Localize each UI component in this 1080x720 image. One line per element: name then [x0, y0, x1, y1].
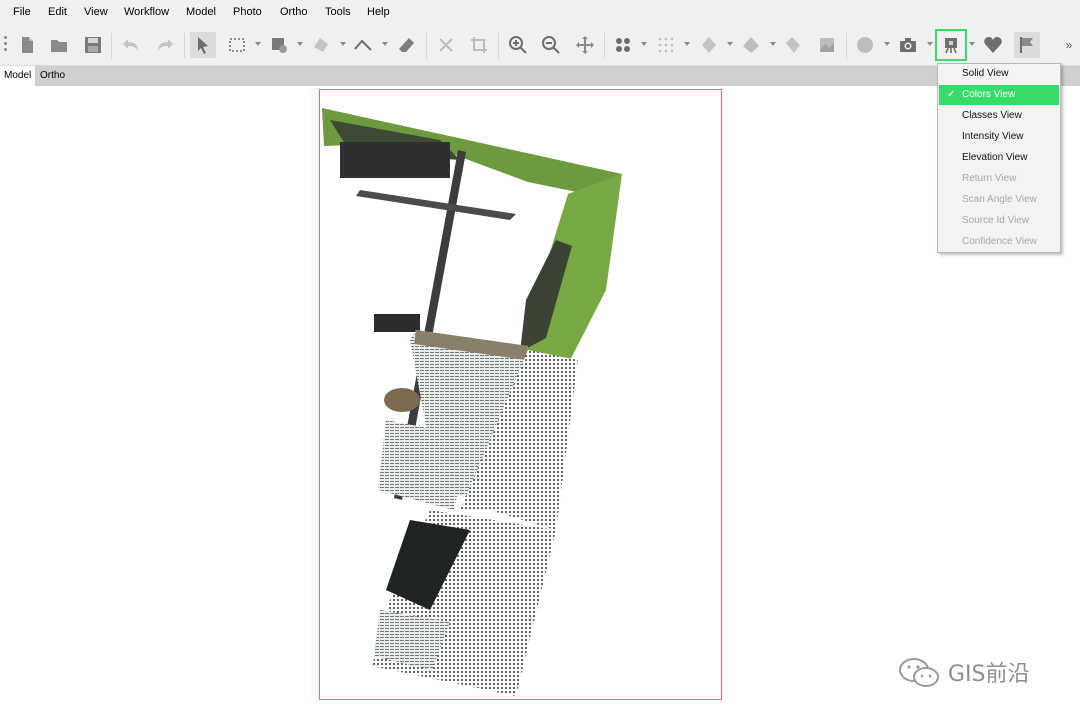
delete-x-icon[interactable] — [433, 32, 459, 58]
zoom-in-icon[interactable] — [505, 32, 531, 58]
mesh-icon[interactable] — [738, 32, 764, 58]
menu-workflow[interactable]: Workflow — [124, 6, 169, 18]
camera-icon[interactable] — [895, 32, 921, 58]
save-icon[interactable] — [80, 32, 106, 58]
overflow-chevron-icon[interactable]: » — [1060, 32, 1078, 58]
globe-icon[interactable] — [852, 32, 878, 58]
model-viewport[interactable] — [0, 86, 1080, 720]
zoom-out-icon[interactable] — [538, 32, 564, 58]
dropdown-item-scan-angle-view: Scan Angle View — [939, 190, 1059, 210]
main-toolbar: » — [0, 27, 1080, 66]
wechat-logo-icon — [899, 658, 939, 687]
tab-ortho[interactable]: Ortho — [36, 66, 69, 86]
menu-view[interactable]: View — [84, 6, 108, 18]
dropdown-item-label: Colors View — [962, 89, 1016, 100]
view-mode-icon[interactable] — [935, 29, 967, 61]
flag-icon[interactable] — [1014, 32, 1040, 58]
tab-model[interactable]: Model — [0, 66, 36, 86]
point-size-small-icon[interactable] — [653, 32, 679, 58]
checkmark-icon: ✓ — [947, 89, 956, 100]
undo-icon[interactable] — [118, 32, 144, 58]
menu-ortho[interactable]: Ortho — [280, 6, 308, 18]
pan-move-icon[interactable] — [572, 32, 598, 58]
menu-photo[interactable]: Photo — [233, 6, 262, 18]
point-cloud-render — [322, 108, 622, 696]
menu-edit[interactable]: Edit — [48, 6, 67, 18]
dropdown-item-classes-view[interactable]: Classes View — [939, 106, 1059, 126]
menu-file[interactable]: File — [13, 6, 31, 18]
dropdown-item-source-id-view: Source Id View — [939, 211, 1059, 231]
dropdown-item-solid-view[interactable]: Solid View — [939, 64, 1059, 84]
polygon-icon[interactable] — [308, 32, 334, 58]
view-mode-dropdown: Solid View ✓ Colors View Classes View Int… — [937, 63, 1061, 253]
crop-icon[interactable] — [466, 32, 492, 58]
measure-line-icon[interactable] — [350, 32, 376, 58]
dropdown-item-label: Source Id View — [962, 215, 1030, 226]
texture-icon[interactable] — [780, 32, 806, 58]
eraser-icon[interactable] — [394, 32, 420, 58]
new-file-icon[interactable] — [14, 32, 40, 58]
dropdown-item-label: Elevation View — [962, 152, 1028, 163]
redo-icon[interactable] — [152, 32, 178, 58]
menu-bar: File Edit View Workflow Model Photo Orth… — [0, 0, 1080, 27]
dropdown-item-confidence-view: Confidence View — [939, 232, 1059, 252]
rectangle-select-icon[interactable] — [224, 32, 250, 58]
point-cloud-icon[interactable] — [696, 32, 722, 58]
heart-shape-icon[interactable] — [980, 32, 1006, 58]
dropdown-item-label: Intensity View — [962, 131, 1024, 142]
dropdown-item-colors-view[interactable]: ✓ Colors View — [939, 85, 1059, 105]
open-folder-icon[interactable] — [46, 32, 72, 58]
dropdown-item-label: Return View — [962, 173, 1017, 184]
toolbar-grip[interactable] — [4, 36, 7, 56]
dropdown-item-elevation-view[interactable]: Elevation View — [939, 148, 1059, 168]
project-boundary-frame — [319, 89, 722, 700]
menu-help[interactable]: Help — [367, 6, 390, 18]
point-size-large-icon[interactable] — [610, 32, 636, 58]
paint-select-icon[interactable] — [266, 32, 292, 58]
dropdown-item-label: Scan Angle View — [962, 194, 1037, 205]
dropdown-item-return-view: Return View — [939, 169, 1059, 189]
dropdown-item-label: Confidence View — [962, 236, 1037, 247]
dropdown-item-label: Solid View — [962, 68, 1009, 79]
ortho-image-icon[interactable] — [814, 32, 840, 58]
dropdown-item-intensity-view[interactable]: Intensity View — [939, 127, 1059, 147]
menu-tools[interactable]: Tools — [325, 6, 351, 18]
menu-model[interactable]: Model — [186, 6, 216, 18]
select-arrow-icon[interactable] — [190, 32, 216, 58]
watermark-text: GIS前沿 — [948, 662, 1030, 687]
view-tab-bar: Model Ortho — [0, 66, 1080, 86]
dropdown-item-label: Classes View — [962, 110, 1022, 121]
